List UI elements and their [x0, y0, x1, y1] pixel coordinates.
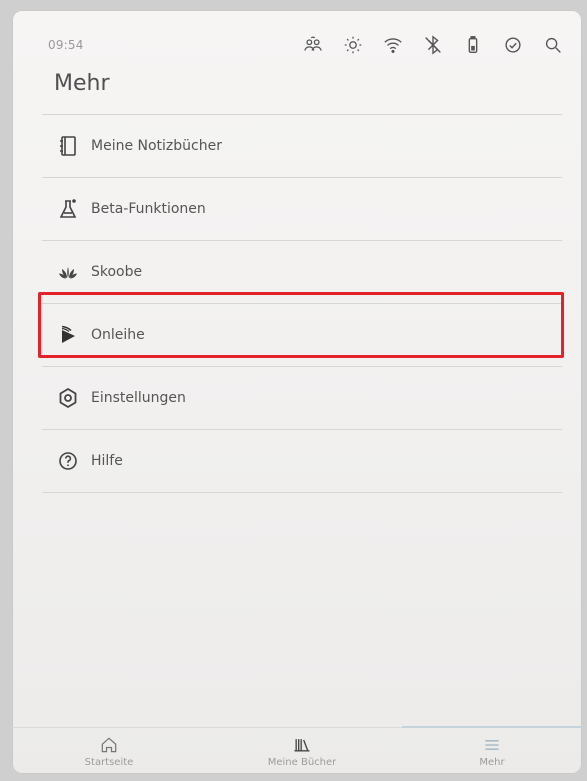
- more-menu: Meine Notizbücher Beta-Funktionen Skoobe…: [42, 114, 562, 493]
- menu-item-settings[interactable]: Einstellungen: [42, 366, 562, 429]
- menu-item-notebooks[interactable]: Meine Notizbücher: [42, 114, 562, 177]
- bluetooth-off-icon[interactable]: [422, 34, 444, 56]
- search-icon[interactable]: [542, 34, 564, 56]
- gear-icon: [56, 386, 80, 410]
- menu-item-label: Hilfe: [91, 453, 123, 469]
- nav-tab-label: Meine Bücher: [267, 757, 337, 768]
- menu-item-beta-features[interactable]: Beta-Funktionen: [42, 177, 562, 240]
- status-icons: [284, 32, 564, 58]
- ereader-screen: 09:54 Mehr Meine Notizbücher Beta-Funkti…: [12, 10, 582, 774]
- notebook-icon: [56, 134, 80, 158]
- clock: 09:54: [48, 38, 84, 52]
- nav-tab-home[interactable]: Startseite: [59, 728, 159, 774]
- menu-item-label: Skoobe: [91, 264, 143, 280]
- nav-tab-more[interactable]: Mehr: [442, 728, 542, 774]
- sync-icon[interactable]: [502, 34, 524, 56]
- bottom-nav: Startseite Meine Bücher Mehr: [12, 726, 582, 774]
- menu-item-label: Einstellungen: [91, 390, 186, 406]
- battery-icon: [462, 34, 484, 56]
- help-icon: [56, 449, 80, 473]
- menu-item-label: Meine Notizbücher: [91, 138, 222, 154]
- menu-icon: [485, 740, 499, 750]
- menu-item-label: Onleihe: [91, 327, 145, 343]
- onleihe-icon: [56, 323, 80, 347]
- menu-item-skoobe[interactable]: Skoobe: [42, 240, 562, 303]
- wifi-icon[interactable]: [382, 34, 404, 56]
- menu-item-label: Beta-Funktionen: [91, 201, 206, 217]
- nav-tab-label: Mehr: [479, 757, 505, 768]
- nav-tab-my-books[interactable]: Meine Bücher: [252, 728, 352, 774]
- page-title: Mehr: [54, 71, 110, 96]
- sync-person-icon[interactable]: [302, 34, 324, 56]
- home-icon: [101, 737, 117, 753]
- menu-item-help[interactable]: Hilfe: [42, 429, 562, 493]
- status-bar: 09:54: [12, 10, 582, 70]
- books-icon: [294, 739, 310, 752]
- brightness-icon[interactable]: [342, 34, 364, 56]
- flask-icon: [56, 197, 80, 221]
- menu-item-onleihe[interactable]: Onleihe: [42, 303, 562, 366]
- nav-tab-label: Startseite: [84, 757, 134, 768]
- skoobe-icon: [56, 260, 80, 284]
